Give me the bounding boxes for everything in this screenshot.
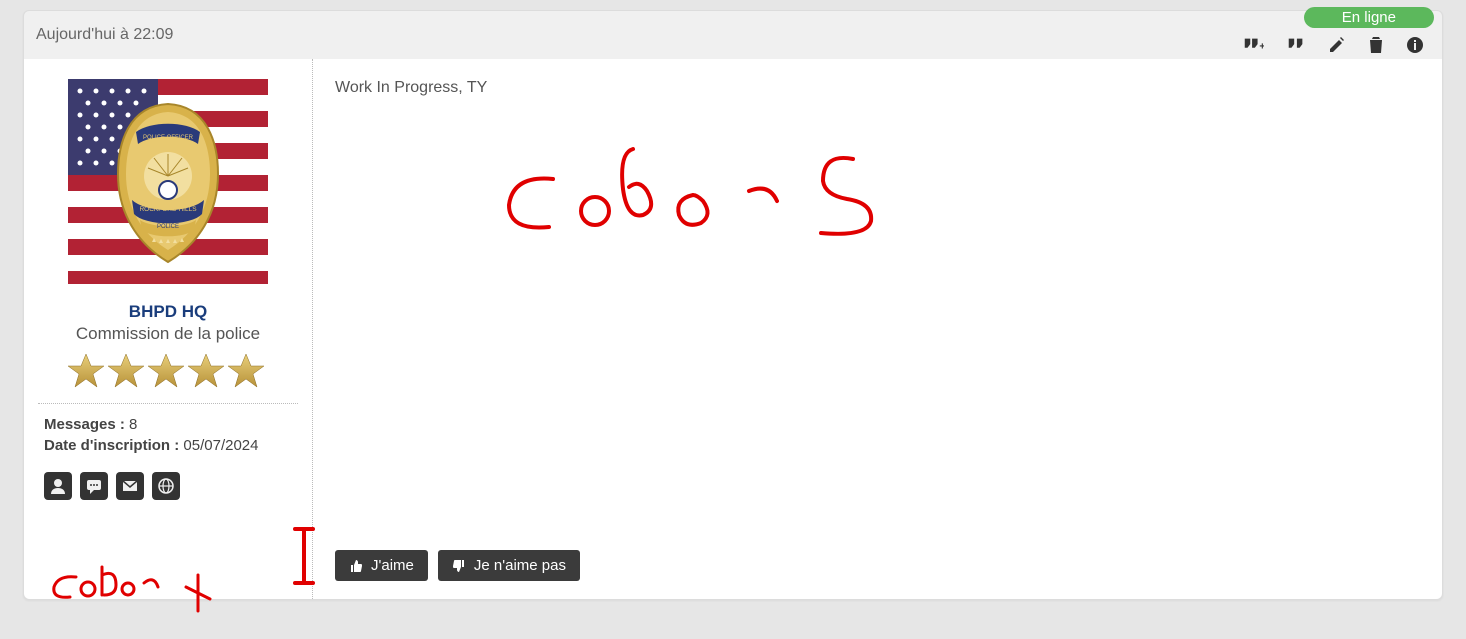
profile-icon[interactable] <box>44 472 72 500</box>
globe-icon[interactable] <box>152 472 180 500</box>
svg-text:POLICE: POLICE <box>157 224 179 230</box>
info-icon[interactable] <box>1406 36 1424 57</box>
messages-label: Messages : <box>44 416 125 433</box>
quote-icon[interactable] <box>1286 36 1306 57</box>
user-rank-stars <box>38 352 298 393</box>
mail-icon[interactable] <box>116 472 144 500</box>
messages-value: 8 <box>129 416 137 433</box>
user-avatar[interactable]: POLICE OFFICER ROCKFORD HILLS POLICE <box>68 79 268 284</box>
contact-icons <box>44 472 298 500</box>
dislike-label: Je n'aime pas <box>474 557 566 574</box>
user-role: Commission de la police <box>38 324 298 344</box>
delete-icon[interactable] <box>1368 36 1384 57</box>
username-link[interactable]: BHPD HQ <box>38 302 298 322</box>
user-meta: Messages : 8 Date d'inscription : 05/07/… <box>44 416 298 454</box>
divider <box>38 403 298 404</box>
post-timestamp: Aujourd'hui à 22:09 <box>36 26 173 44</box>
like-button[interactable]: J'aime <box>335 550 428 581</box>
post-body-text: Work In Progress, TY <box>335 79 1420 97</box>
edit-icon[interactable] <box>1328 36 1346 57</box>
joined-label: Date d'inscription : <box>44 437 179 454</box>
svg-text:ROCKFORD HILLS: ROCKFORD HILLS <box>139 206 197 213</box>
like-label: J'aime <box>371 557 414 574</box>
post-actions: + <box>1242 36 1424 57</box>
handwriting-annotation-1 <box>36 559 236 639</box>
multiquote-icon[interactable]: + <box>1242 36 1264 57</box>
user-panel: POLICE OFFICER ROCKFORD HILLS POLICE <box>24 59 313 599</box>
dislike-button[interactable]: Je n'aime pas <box>438 550 580 581</box>
joined-value: 05/07/2024 <box>183 437 258 454</box>
online-status-badge: En ligne <box>1304 7 1434 28</box>
post-header: Aujourd'hui à 22:09 En ligne + <box>24 11 1442 59</box>
chat-icon[interactable] <box>80 472 108 500</box>
handwriting-annotation-2 <box>493 139 953 259</box>
svg-text:POLICE OFFICER: POLICE OFFICER <box>143 135 194 141</box>
post-content-area: Work In Progress, TY <box>313 59 1442 599</box>
svg-text:+: + <box>1259 41 1264 52</box>
vote-bar: J'aime Je n'aime pas <box>335 550 580 581</box>
